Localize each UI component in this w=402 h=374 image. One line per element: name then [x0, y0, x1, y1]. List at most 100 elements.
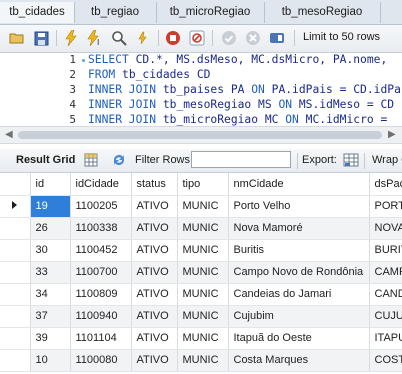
table-row[interactable]: 34 1100809 ATIVO MUNIC Candeias do Jamar…	[0, 283, 402, 306]
table-row[interactable]: 39 1101104 ATIVO MUNIC Itapuã do Oeste I…	[0, 327, 402, 350]
table-row[interactable]: 37 1100940 ATIVO MUNIC Cujubim CUJUB	[0, 305, 402, 328]
row-marker[interactable]	[0, 239, 31, 262]
cell-dspaco[interactable]: CUJUB	[369, 305, 402, 328]
code-line: 3 INNER JOIN tb_paises PA ON PA.idPais =…	[0, 83, 402, 98]
table-row[interactable]: 33 1100700 ATIVO MUNIC Campo Novo de Ron…	[0, 261, 402, 284]
cell-dspaco[interactable]: PORTO	[369, 195, 402, 218]
cell-dspaco[interactable]: BURITI	[369, 239, 402, 262]
cell-idcidade[interactable]: 1100809	[70, 283, 132, 306]
wrap-cell-content-toggle[interactable]: Wrap C	[372, 154, 402, 166]
stop-icon[interactable]	[164, 29, 182, 47]
cell-idcidade[interactable]: 1100452	[70, 239, 132, 262]
column-header-nmcidade[interactable]: nmCidade	[228, 173, 370, 196]
table-row[interactable]: 10 1100080 ATIVO MUNIC Costa Marques COS…	[0, 349, 402, 372]
cell-id[interactable]: 10	[30, 349, 71, 372]
cell-nmcidade[interactable]: Buritis	[228, 239, 370, 262]
filter-rows-input[interactable]	[191, 151, 291, 168]
editor-horizontal-scrollbar[interactable]: ◀ ▶	[0, 126, 402, 144]
cell-nmcidade[interactable]: Cujubim	[228, 305, 370, 328]
toggle-icon[interactable]	[268, 29, 286, 47]
cell-status[interactable]: ATIVO	[131, 261, 178, 284]
cell-nmcidade[interactable]: Campo Novo de Rondônia	[228, 261, 370, 284]
cell-idcidade[interactable]: 1101104	[70, 327, 132, 350]
column-header-status[interactable]: status	[131, 173, 178, 196]
cell-tipo[interactable]: MUNIC	[177, 349, 229, 372]
cell-idcidade[interactable]: 1100940	[70, 305, 132, 328]
column-header-id[interactable]: id	[30, 173, 71, 196]
no-error-icon[interactable]	[188, 29, 206, 47]
sql-editor[interactable]: 1 SELECT CD.*, MS.dsMeso, MC.dsMicro, PA…	[0, 53, 402, 126]
cell-nmcidade[interactable]: Itapuã do Oeste	[228, 327, 370, 350]
cell-dspaco[interactable]: CANDE	[369, 283, 402, 306]
cell-tipo[interactable]: MUNIC	[177, 283, 229, 306]
cell-dspaco[interactable]: NOVA M	[369, 217, 402, 240]
lightning-cursor-icon[interactable]: I	[86, 29, 104, 47]
row-marker[interactable]	[0, 217, 31, 240]
cell-id[interactable]: 39	[30, 327, 71, 350]
cell-tipo[interactable]: MUNIC	[177, 327, 229, 350]
toolbar-separator	[294, 30, 295, 46]
magnifier-icon[interactable]	[110, 29, 128, 47]
column-header-idcidade[interactable]: idCidade	[70, 173, 132, 196]
row-marker[interactable]	[0, 349, 31, 372]
cell-id[interactable]: 34	[30, 283, 71, 306]
cell-dspaco[interactable]: CAMPO	[369, 261, 402, 284]
cell-status[interactable]: ATIVO	[131, 217, 178, 240]
export-icon[interactable]	[342, 151, 360, 169]
cell-status[interactable]: ATIVO	[131, 239, 178, 262]
scroll-right-icon[interactable]: ▶	[388, 129, 396, 140]
cell-id[interactable]: 37	[30, 305, 71, 328]
save-icon[interactable]	[32, 29, 50, 47]
cell-dspaco[interactable]: ITAPU	[369, 327, 402, 350]
lightning-icon[interactable]	[62, 29, 80, 47]
grid-icon[interactable]	[82, 151, 100, 169]
lightning-small-icon[interactable]	[134, 29, 152, 47]
column-header-dspaco[interactable]: dsPaco	[369, 173, 402, 196]
cell-nmcidade[interactable]: Costa Marques	[228, 349, 370, 372]
tab-tb-cidades[interactable]: tb_cidades	[0, 2, 75, 23]
tab-tb-mesoregiao[interactable]: tb_mesoRegiao	[264, 2, 381, 23]
cell-tipo[interactable]: MUNIC	[177, 239, 229, 262]
cell-status[interactable]: ATIVO	[131, 283, 178, 306]
scroll-thumb[interactable]	[18, 131, 382, 139]
refresh-icon[interactable]	[110, 151, 128, 169]
row-marker[interactable]	[0, 305, 31, 328]
check-icon[interactable]	[220, 29, 238, 47]
tab-tb-microregiao[interactable]: tb_microRegiao	[156, 2, 265, 23]
result-grid-tab[interactable]: Result Grid	[16, 154, 75, 166]
cell-status[interactable]: ATIVO	[131, 195, 178, 218]
cell-tipo[interactable]: MUNIC	[177, 217, 229, 240]
cell-id[interactable]: 19	[30, 195, 71, 218]
limit-rows-select[interactable]: Limit to 50 rows	[303, 31, 380, 43]
cell-idcidade[interactable]: 1100205	[70, 195, 132, 218]
cell-nmcidade[interactable]: Candeias do Jamari	[228, 283, 370, 306]
folder-open-icon[interactable]	[8, 29, 26, 47]
cell-idcidade[interactable]: 1100338	[70, 217, 132, 240]
table-row[interactable]: 19 1100205 ATIVO MUNIC Porto Velho PORTO	[0, 195, 402, 218]
cell-tipo[interactable]: MUNIC	[177, 305, 229, 328]
cell-id[interactable]: 33	[30, 261, 71, 284]
tab-tb-regiao[interactable]: tb_regiao	[74, 2, 157, 23]
cell-status[interactable]: ATIVO	[131, 349, 178, 372]
cell-status[interactable]: ATIVO	[131, 305, 178, 328]
filter-rows-label: Filter Rows:	[135, 154, 194, 166]
cell-status[interactable]: ATIVO	[131, 327, 178, 350]
cell-tipo[interactable]: MUNIC	[177, 195, 229, 218]
row-marker[interactable]	[0, 327, 31, 350]
cell-id[interactable]: 30	[30, 239, 71, 262]
cell-dspaco[interactable]: COSTA	[369, 349, 402, 372]
cell-idcidade[interactable]: 1100080	[70, 349, 132, 372]
table-row[interactable]: 26 1100338 ATIVO MUNIC Nova Mamoré NOVA …	[0, 217, 402, 240]
row-marker[interactable]	[0, 195, 31, 218]
cell-tipo[interactable]: MUNIC	[177, 261, 229, 284]
cancel-icon[interactable]	[244, 29, 262, 47]
cell-id[interactable]: 26	[30, 217, 71, 240]
cell-idcidade[interactable]: 1100700	[70, 261, 132, 284]
row-marker[interactable]	[0, 261, 31, 284]
cell-nmcidade[interactable]: Porto Velho	[228, 195, 370, 218]
cell-nmcidade[interactable]: Nova Mamoré	[228, 217, 370, 240]
scroll-left-icon[interactable]: ◀	[5, 129, 13, 140]
row-marker[interactable]	[0, 283, 31, 306]
table-row[interactable]: 30 1100452 ATIVO MUNIC Buritis BURITI	[0, 239, 402, 262]
column-header-tipo[interactable]: tipo	[177, 173, 229, 196]
